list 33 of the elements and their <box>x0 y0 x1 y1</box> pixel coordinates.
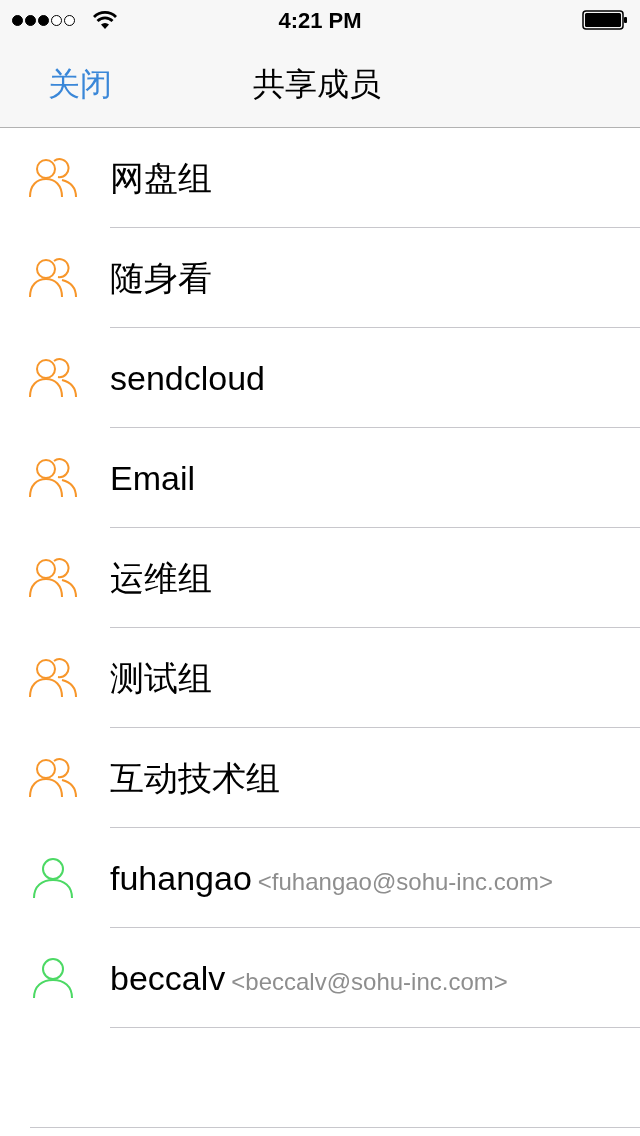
group-icon <box>28 358 78 398</box>
page-title: 共享成员 <box>253 64 381 104</box>
status-time: 4:21 PM <box>278 6 362 35</box>
wifi-icon <box>93 11 117 29</box>
member-name: 随身看 <box>110 257 212 299</box>
person-icon <box>32 957 74 999</box>
member-email: <beccalv@sohu-inc.com> <box>231 966 508 997</box>
group-icon <box>28 658 78 698</box>
group-icon <box>28 258 78 298</box>
person-icon <box>32 857 74 899</box>
group-icon <box>28 558 78 598</box>
member-name: 运维组 <box>110 557 212 599</box>
member-row[interactable]: beccalv <beccalv@sohu-inc.com> <box>0 928 640 1028</box>
member-name: beccalv <box>110 957 226 999</box>
battery-icon <box>582 10 628 30</box>
member-row[interactable]: fuhangao <fuhangao@sohu-inc.com> <box>0 828 640 928</box>
member-row[interactable]: 测试组 <box>0 628 640 728</box>
member-row[interactable]: 随身看 <box>0 228 640 328</box>
member-name: fuhangao <box>110 857 252 899</box>
member-row[interactable]: 网盘组 <box>0 128 640 228</box>
member-row[interactable]: 互动技术组 <box>0 728 640 828</box>
member-email: <fuhangao@sohu-inc.com> <box>257 866 554 897</box>
member-row[interactable]: 运维组 <box>0 528 640 628</box>
member-name: sendcloud <box>110 357 265 399</box>
group-icon <box>28 458 78 498</box>
group-icon <box>28 758 78 798</box>
group-icon <box>28 158 78 198</box>
member-name: 测试组 <box>110 657 212 699</box>
member-name: Email <box>110 457 196 499</box>
member-row[interactable]: Email <box>0 428 640 528</box>
member-row[interactable]: sendcloud <box>0 328 640 428</box>
member-name: 互动技术组 <box>110 757 280 799</box>
member-name: 网盘组 <box>110 157 212 199</box>
